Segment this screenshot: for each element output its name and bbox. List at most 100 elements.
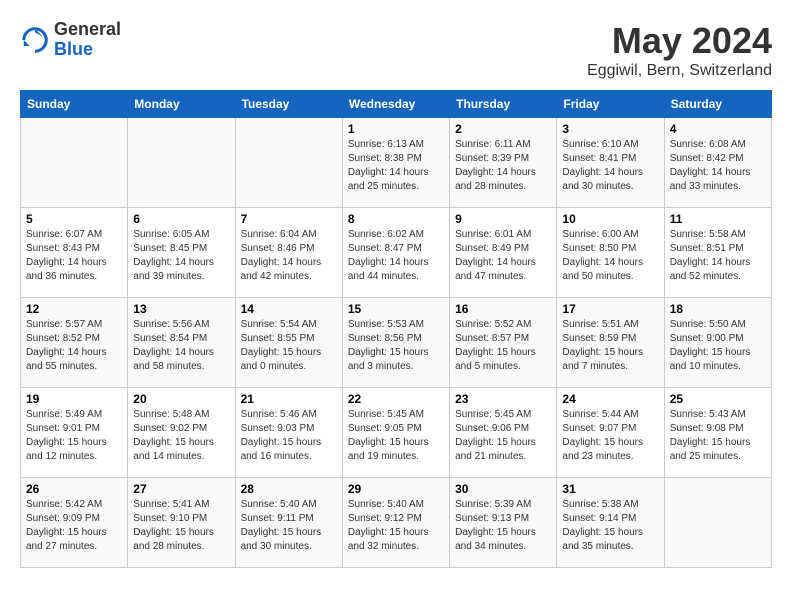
header-wednesday: Wednesday [342, 91, 449, 118]
month-title: May 2024 [587, 20, 772, 62]
calendar-cell: 11Sunrise: 5:58 AMSunset: 8:51 PMDayligh… [664, 208, 771, 298]
calendar-cell: 29Sunrise: 5:40 AMSunset: 9:12 PMDayligh… [342, 478, 449, 568]
day-number: 8 [348, 212, 444, 226]
day-info-text: Sunrise: 5:39 AM [455, 498, 551, 512]
calendar-cell [235, 118, 342, 208]
calendar-cell [664, 478, 771, 568]
day-info-text: Sunrise: 6:07 AM [26, 228, 122, 242]
calendar-cell: 31Sunrise: 5:38 AMSunset: 9:14 PMDayligh… [557, 478, 664, 568]
calendar-cell: 21Sunrise: 5:46 AMSunset: 9:03 PMDayligh… [235, 388, 342, 478]
day-info-text: Sunset: 9:12 PM [348, 512, 444, 526]
day-number: 25 [670, 392, 766, 406]
header-thursday: Thursday [450, 91, 557, 118]
calendar-cell [128, 118, 235, 208]
day-info-text: Sunrise: 6:13 AM [348, 138, 444, 152]
day-info-text: Sunset: 8:57 PM [455, 332, 551, 346]
day-info-text: Sunset: 9:03 PM [241, 422, 337, 436]
day-info-text: Daylight: 14 hours and 25 minutes. [348, 166, 444, 194]
header-monday: Monday [128, 91, 235, 118]
day-info-text: Sunrise: 5:50 AM [670, 318, 766, 332]
calendar-cell: 27Sunrise: 5:41 AMSunset: 9:10 PMDayligh… [128, 478, 235, 568]
day-info-text: Daylight: 14 hours and 42 minutes. [241, 256, 337, 284]
calendar-cell: 26Sunrise: 5:42 AMSunset: 9:09 PMDayligh… [21, 478, 128, 568]
day-info-text: Sunset: 8:52 PM [26, 332, 122, 346]
day-info-text: Sunrise: 5:48 AM [133, 408, 229, 422]
day-info-text: Daylight: 15 hours and 21 minutes. [455, 436, 551, 464]
day-info-text: Sunset: 8:59 PM [562, 332, 658, 346]
calendar-table: SundayMondayTuesdayWednesdayThursdayFrid… [20, 90, 772, 568]
calendar-cell: 30Sunrise: 5:39 AMSunset: 9:13 PMDayligh… [450, 478, 557, 568]
day-info-text: Sunset: 8:43 PM [26, 242, 122, 256]
day-info-text: Daylight: 15 hours and 35 minutes. [562, 526, 658, 554]
day-info-text: Sunrise: 5:43 AM [670, 408, 766, 422]
day-number: 19 [26, 392, 122, 406]
logo: General Blue [20, 20, 121, 60]
day-info-text: Sunset: 9:02 PM [133, 422, 229, 436]
day-info-text: Sunset: 9:05 PM [348, 422, 444, 436]
day-number: 24 [562, 392, 658, 406]
day-number: 18 [670, 302, 766, 316]
calendar-cell: 13Sunrise: 5:56 AMSunset: 8:54 PMDayligh… [128, 298, 235, 388]
day-info-text: Sunset: 8:39 PM [455, 152, 551, 166]
header-tuesday: Tuesday [235, 91, 342, 118]
day-info-text: Daylight: 14 hours and 36 minutes. [26, 256, 122, 284]
page-header: General Blue May 2024 Eggiwil, Bern, Swi… [20, 20, 772, 80]
day-info-text: Sunrise: 5:49 AM [26, 408, 122, 422]
day-info-text: Daylight: 15 hours and 23 minutes. [562, 436, 658, 464]
day-info-text: Sunrise: 5:42 AM [26, 498, 122, 512]
header-saturday: Saturday [664, 91, 771, 118]
day-info-text: Sunset: 9:07 PM [562, 422, 658, 436]
day-number: 26 [26, 482, 122, 496]
day-info-text: Sunset: 9:13 PM [455, 512, 551, 526]
calendar-cell: 20Sunrise: 5:48 AMSunset: 9:02 PMDayligh… [128, 388, 235, 478]
day-info-text: Daylight: 14 hours and 30 minutes. [562, 166, 658, 194]
day-info-text: Sunset: 8:47 PM [348, 242, 444, 256]
calendar-cell: 28Sunrise: 5:40 AMSunset: 9:11 PMDayligh… [235, 478, 342, 568]
day-info-text: Sunrise: 5:53 AM [348, 318, 444, 332]
day-info-text: Daylight: 15 hours and 5 minutes. [455, 346, 551, 374]
day-info-text: Daylight: 14 hours and 33 minutes. [670, 166, 766, 194]
calendar-cell [21, 118, 128, 208]
day-info-text: Sunset: 8:56 PM [348, 332, 444, 346]
day-info-text: Sunrise: 5:40 AM [348, 498, 444, 512]
day-info-text: Sunrise: 5:58 AM [670, 228, 766, 242]
calendar-cell: 10Sunrise: 6:00 AMSunset: 8:50 PMDayligh… [557, 208, 664, 298]
calendar-week-row: 12 Sunrise: 5:57 AMSunset: 8:52 PM Dayligh… [21, 298, 772, 388]
day-info-text: Sunrise: 6:04 AM [241, 228, 337, 242]
header-sunday: Sunday [21, 91, 128, 118]
header-row: SundayMondayTuesdayWednesdayThursdayFrid… [21, 91, 772, 118]
day-number: 15 [348, 302, 444, 316]
day-info-text: Sunset: 8:46 PM [241, 242, 337, 256]
day-info-text: Sunrise: 5:51 AM [562, 318, 658, 332]
calendar-cell: 18Sunrise: 5:50 AMSunset: 9:00 PMDayligh… [664, 298, 771, 388]
calendar-cell: 22Sunrise: 5:45 AMSunset: 9:05 PMDayligh… [342, 388, 449, 478]
day-number: 29 [348, 482, 444, 496]
day-info-text: Sunset: 8:42 PM [670, 152, 766, 166]
day-info-text: Sunset: 9:09 PM [26, 512, 122, 526]
logo-icon [20, 25, 50, 55]
day-number: 12 [26, 302, 122, 316]
calendar-week-row: 1Sunrise: 6:13 AMSunset: 8:38 PMDaylight… [21, 118, 772, 208]
day-info-text: Sunrise: 5:57 AM [26, 318, 122, 332]
day-info-text: Daylight: 15 hours and 34 minutes. [455, 526, 551, 554]
day-info-text: Sunrise: 6:01 AM [455, 228, 551, 242]
day-info-text: Sunrise: 5:56 AM [133, 318, 229, 332]
day-info-text: Daylight: 15 hours and 25 minutes. [670, 436, 766, 464]
header-friday: Friday [557, 91, 664, 118]
day-number: 10 [562, 212, 658, 226]
location: Eggiwil, Bern, Switzerland [587, 62, 772, 80]
day-info-text: Sunrise: 5:44 AM [562, 408, 658, 422]
day-info-text: Sunset: 8:38 PM [348, 152, 444, 166]
calendar-cell: 15Sunrise: 5:53 AMSunset: 8:56 PMDayligh… [342, 298, 449, 388]
day-number: 7 [241, 212, 337, 226]
day-info-text: Sunset: 8:45 PM [133, 242, 229, 256]
day-info-text: Sunrise: 6:05 AM [133, 228, 229, 242]
calendar-week-row: 19Sunrise: 5:49 AMSunset: 9:01 PMDayligh… [21, 388, 772, 478]
calendar-week-row: 26 Sunrise: 5:42 AMSunset: 9:09 PM Dayligh… [21, 478, 772, 568]
day-number: 16 [455, 302, 551, 316]
calendar-cell: 14Sunrise: 5:54 AMSunset: 8:55 PMDayligh… [235, 298, 342, 388]
day-info-text: Daylight: 14 hours and 47 minutes. [455, 256, 551, 284]
day-number: 21 [241, 392, 337, 406]
day-info-text: Sunset: 9:14 PM [562, 512, 658, 526]
calendar-cell: 16Sunrise: 5:52 AMSunset: 8:57 PMDayligh… [450, 298, 557, 388]
